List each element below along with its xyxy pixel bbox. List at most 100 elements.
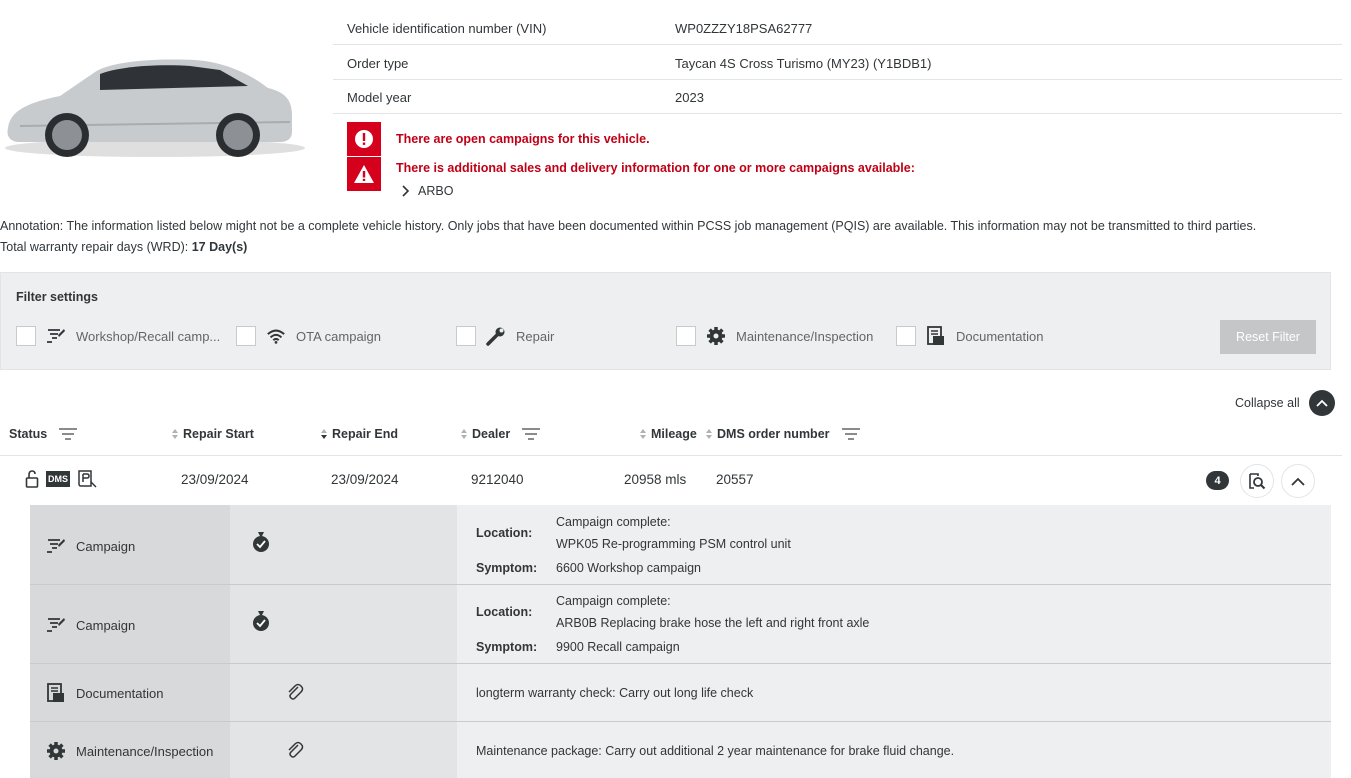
sort-icon (640, 429, 646, 439)
detail-type: Campaign (46, 616, 135, 634)
header-status[interactable]: Status (9, 427, 79, 441)
filter-title: Filter settings (16, 290, 98, 304)
symptom-value: 6600 Workshop campaign (556, 561, 701, 575)
header-divider (0, 455, 1342, 456)
detail-type-label: Maintenance/Inspection (76, 743, 214, 759)
filter-checkbox[interactable] (676, 326, 696, 346)
detail-description: longterm warranty check: Carry out long … (476, 686, 754, 700)
wrd-info: Total warranty repair days (WRD): 17 Day… (0, 240, 247, 254)
collapse-row-button[interactable] (1281, 464, 1315, 498)
filter-checkbox[interactable] (16, 326, 36, 346)
filter-label: Documentation (956, 328, 1044, 344)
symptom-label: Symptom: (476, 640, 538, 654)
entry-count-badge: 4 (1206, 471, 1229, 490)
dealer-cell: 9212040 (471, 472, 524, 487)
arbo-link-label: ARBO (418, 184, 454, 198)
wifi-icon (266, 326, 286, 346)
campaign-status: Campaign complete: (556, 594, 671, 608)
filter-maintenance[interactable]: Maintenance/Inspection (676, 325, 873, 347)
filter-checkbox[interactable] (456, 326, 476, 346)
vehicle-image (5, 59, 305, 157)
attachment-icon[interactable] (286, 683, 304, 701)
header-status-label: Status (9, 427, 48, 441)
order-type-row: Order type Taycan 4S Cross Turismo (MY23… (333, 46, 1342, 80)
annotation-text: Annotation: The information listed below… (0, 219, 1257, 233)
campaign-icon (47, 618, 65, 632)
open-campaigns-alert: There are open campaigns for this vehicl… (396, 132, 650, 146)
mileage-cell: 20958 mls (624, 472, 687, 487)
chevron-up-icon[interactable] (1308, 390, 1335, 416)
detail-type-label: Campaign (76, 538, 136, 554)
campaign-status: Campaign complete: (556, 515, 671, 529)
header-dms-label: DMS order number (717, 427, 830, 441)
document-search-icon (1249, 473, 1266, 490)
detail-type-label: Campaign (76, 617, 136, 633)
collapse-all-label: Collapse all (1235, 396, 1300, 410)
campaign-icon (47, 539, 65, 553)
header-dealer-label: Dealer (472, 427, 511, 441)
gear-icon (47, 742, 65, 760)
filter-ota[interactable]: OTA campaign (236, 325, 381, 347)
filter-icon[interactable] (840, 427, 862, 441)
header-dms[interactable]: DMS order number (705, 427, 862, 441)
header-repair-start[interactable]: Repair Start (171, 427, 254, 441)
filter-workshop-recall[interactable]: Workshop/Recall camp... (16, 325, 220, 347)
detail-row: Documentation longterm warranty check: C… (30, 664, 1331, 722)
filter-repair[interactable]: Repair (456, 325, 554, 347)
filter-checkbox[interactable] (896, 326, 916, 346)
document-icon (926, 326, 946, 346)
filter-icon[interactable] (520, 427, 542, 441)
wrd-value: 17 Day(s) (191, 240, 248, 254)
filter-label: Workshop/Recall camp... (76, 328, 221, 344)
document-search-button[interactable] (1240, 464, 1274, 498)
filter-label: OTA campaign (296, 328, 382, 344)
attachment-icon[interactable] (286, 741, 304, 759)
header-dealer[interactable]: Dealer (460, 427, 542, 441)
location-value: WPK05 Re-programming PSM control unit (556, 537, 791, 551)
vin-label: Vehicle identification number (VIN) (347, 21, 547, 36)
model-year-value: 2023 (675, 90, 704, 105)
sort-descending-icon (321, 429, 327, 439)
chevron-right-icon (402, 185, 410, 197)
repair-end-cell: 23/09/2024 (331, 472, 399, 487)
header-mileage[interactable]: Mileage (639, 427, 697, 441)
collapse-all-control[interactable]: Collapse all (1235, 390, 1335, 416)
filter-checkbox[interactable] (236, 326, 256, 346)
detail-type: Campaign (46, 537, 135, 555)
filter-documentation[interactable]: Documentation (896, 325, 1043, 347)
filter-panel: Filter settings Workshop/Recall camp... … (0, 272, 1331, 370)
detail-type: Documentation (46, 683, 163, 703)
detail-row: Campaign Location: Campaign complete: AR… (30, 585, 1331, 664)
completed-check-icon (253, 611, 269, 631)
filter-label: Maintenance/Inspection (736, 328, 874, 344)
location-label: Location: (476, 605, 533, 619)
filter-label: Repair (516, 328, 555, 344)
additional-info-alert: There is additional sales and delivery i… (396, 161, 915, 175)
dms-cell: 20557 (716, 472, 754, 487)
order-type-value: Taycan 4S Cross Turismo (MY23) (Y1BDB1) (675, 56, 932, 71)
repair-start-cell: 23/09/2024 (181, 472, 249, 487)
completed-check-icon (253, 532, 269, 552)
detail-description: Maintenance package: Carry out additiona… (476, 744, 955, 758)
dms-badge: DMS (46, 471, 70, 487)
detail-row: Campaign Location: Campaign complete: WP… (30, 505, 1331, 585)
vin-value: WP0ZZZY18PSA62777 (675, 21, 813, 36)
detail-type: Maintenance/Inspection (46, 741, 213, 761)
wrench-icon (486, 326, 506, 346)
reset-filter-button[interactable]: Reset Filter (1220, 320, 1316, 354)
header-repair-end-label: Repair End (332, 427, 398, 441)
model-year-row: Model year 2023 (333, 80, 1342, 114)
header-repair-end[interactable]: Repair End (320, 427, 398, 441)
status-icons: DMS (25, 470, 97, 488)
document-payment-icon (78, 470, 97, 488)
header-mileage-label: Mileage (651, 427, 697, 441)
location-value: ARB0B Replacing brake hose the left and … (556, 616, 870, 630)
location-label: Location: (476, 526, 533, 540)
filter-icon[interactable] (57, 427, 79, 441)
sort-icon (172, 429, 178, 439)
detail-row: Maintenance/Inspection Maintenance packa… (30, 722, 1331, 778)
arbo-link[interactable]: ARBO (402, 184, 453, 198)
gear-icon (706, 326, 726, 346)
header-repair-start-label: Repair Start (183, 427, 254, 441)
warning-icon (347, 157, 381, 191)
